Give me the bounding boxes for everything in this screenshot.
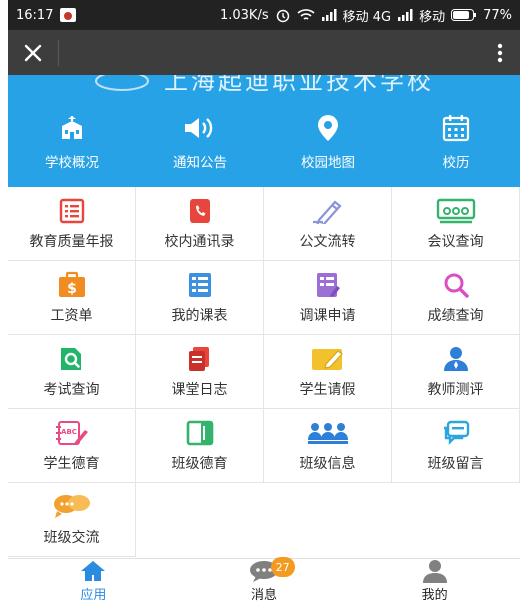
quick-link-label: 校园地图 [301,155,355,171]
app-label: 学生请假 [299,381,356,398]
close-button[interactable] [8,30,58,75]
svg-text:ABC: ABC [61,428,77,436]
app-reschedule-request[interactable]: 调课申请 [264,261,392,335]
app-label: 会议查询 [427,233,484,250]
teacher-icon [442,345,470,373]
app-notification-icon [59,7,77,23]
leave-request-icon [310,345,346,373]
app-label: 我的课表 [171,307,228,324]
nav-label: 我的 [421,588,448,603]
nav-label: 应用 [80,588,107,603]
app-label: 工资单 [50,307,93,324]
carrier-1: 移动 4G [342,9,392,25]
school-header: 上海起迪职业技术学校 学校概况 通知公告 校园地图 校历 [8,75,520,187]
app-label: 调课申请 [299,307,356,324]
group-icon [306,419,350,447]
app-exam-query[interactable]: 考试查询 [8,335,136,409]
grid-empty-area [136,483,520,558]
nav-label: 消息 [251,588,278,603]
alarm-icon [275,7,291,23]
app-label: 教师测评 [427,381,484,398]
class-log-icon [187,345,213,373]
action-bar [8,30,520,75]
school-name: 上海起迪职业技术学校 [164,75,434,95]
search-icon [443,271,469,299]
quick-link-calendar[interactable]: 校历 [392,113,520,171]
quick-link-label: 学校概况 [45,155,99,171]
app-label: 教育质量年报 [29,233,114,250]
app-class-message[interactable]: 班级留言 [392,409,520,483]
app-student-leave[interactable]: 学生请假 [264,335,392,409]
app-label: 班级信息 [299,455,356,472]
report-icon [59,197,85,225]
status-time: 16:17 [16,7,54,23]
app-class-communication[interactable]: 班级交流 [8,483,136,557]
app-contacts[interactable]: 校内通讯录 [136,187,264,261]
nav-tab-apps[interactable]: 应用 [8,559,179,603]
quick-link-label: 通知公告 [173,155,227,171]
chat-bubbles-icon [52,493,92,521]
app-teacher-evaluation[interactable]: 教师测评 [392,335,520,409]
app-grade-query[interactable]: 成绩查询 [392,261,520,335]
signal-icon-2 [397,9,413,21]
meeting-icon [436,197,476,225]
contacts-book-icon [187,197,213,225]
school-banner: 上海起迪职业技术学校 [8,75,520,95]
app-document-flow[interactable]: 公文流转 [264,187,392,261]
quick-link-label: 校历 [442,155,470,171]
app-label: 考试查询 [43,381,100,398]
speaker-icon [183,113,217,143]
app-label: 校内通讯录 [164,233,235,250]
abc-notebook-icon: ABC [55,419,89,447]
unread-badge: 27 [270,557,295,577]
quick-link-school-overview[interactable]: 学校概况 [8,113,136,171]
more-menu-button[interactable] [480,30,520,75]
nav-tab-me[interactable]: 我的 [349,559,520,603]
map-pin-icon [316,113,340,143]
person-icon [422,560,447,583]
schedule-icon [188,271,212,299]
status-bar: 16:17 1.03K/s 移动 4G 移动 77% [8,0,520,30]
home-icon [81,561,106,581]
carrier-2: 移动 [419,9,446,25]
salary-icon: $ [57,271,87,299]
book-icon [186,419,214,447]
more-vertical-icon [497,43,503,62]
app-label: 班级留言 [427,455,484,472]
pen-icon [311,197,345,225]
calendar-icon [442,113,470,143]
close-icon [24,44,42,61]
app-label: 公文流转 [299,233,356,250]
reschedule-icon [315,271,341,299]
app-my-schedule[interactable]: 我的课表 [136,261,264,335]
wifi-icon [297,8,315,22]
svg-text:$: $ [67,281,77,297]
app-label: 班级交流 [43,529,100,546]
app-salary[interactable]: $ 工资单 [8,261,136,335]
app-class-moral-education[interactable]: 班级德育 [136,409,264,483]
app-education-quality-report[interactable]: 教育质量年报 [8,187,136,261]
message-icon [442,419,470,447]
app-label: 课堂日志 [171,381,228,398]
quick-links: 学校概况 通知公告 校园地图 校历 [8,113,520,171]
bottom-nav: 应用 消息 27 我的 [8,557,520,603]
battery-icon [451,9,477,21]
app-class-log[interactable]: 课堂日志 [136,335,264,409]
network-speed: 1.03K/s [219,7,269,23]
battery-level: 77% [483,7,512,23]
app-meeting-query[interactable]: 会议查询 [392,187,520,261]
app-student-moral-education[interactable]: ABC 学生德育 [8,409,136,483]
app-label: 学生德育 [43,455,100,472]
quick-link-notices[interactable]: 通知公告 [136,113,264,171]
school-building-icon [58,113,86,143]
action-divider [58,39,59,66]
quick-link-campus-map[interactable]: 校园地图 [264,113,392,171]
app-label: 成绩查询 [427,307,484,324]
school-logo-icon [95,75,149,91]
nav-tab-messages[interactable]: 消息 27 [179,557,350,603]
signal-icon [321,9,337,21]
app-label: 班级德育 [171,455,228,472]
exam-search-icon [59,345,85,373]
app-class-info[interactable]: 班级信息 [264,409,392,483]
